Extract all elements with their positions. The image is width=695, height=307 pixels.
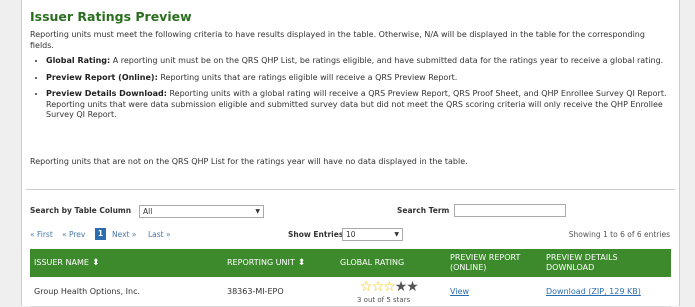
show-entries-label: Show Entries: [288, 230, 344, 239]
col-issuer-name[interactable]: ISSUER NAME ⬍: [30, 249, 223, 277]
pager-prev-link[interactable]: « Prev: [62, 230, 85, 239]
star-rating: ☆☆☆★★: [360, 279, 419, 295]
ratings-panel: Issuer Ratings Preview Reporting units m…: [21, 0, 680, 307]
cell-preview-report: View: [446, 277, 542, 306]
star-filled-icon: ☆: [360, 279, 373, 295]
criteria-term: Preview Report (Online):: [46, 72, 158, 82]
col-label: ISSUER NAME: [34, 258, 89, 267]
criteria-text: A reporting unit must be on the QRS QHP …: [112, 56, 664, 65]
rating-caption: 3 out of 5 stars: [357, 296, 411, 304]
search-column-value: All: [143, 207, 153, 216]
search-column-select[interactable]: All ▼: [139, 205, 264, 218]
cell-reporting-unit: 38363-MI-EPO: [227, 287, 284, 296]
chevron-down-icon: ▼: [394, 231, 399, 238]
star-filled-icon: ☆: [383, 279, 396, 295]
cell-preview-details: Download (ZIP, 129 KB): [542, 277, 671, 306]
col-label: GLOBAL RATING: [340, 258, 405, 267]
entries-info: Showing 1 to 6 of 6 entries: [568, 230, 670, 239]
col-preview-report: PREVIEW REPORT (ONLINE): [446, 249, 542, 277]
col-reporting-unit[interactable]: REPORTING UNIT ⬍: [223, 249, 336, 277]
cell-global-rating: ☆☆☆★★ 3 out of 5 stars: [336, 277, 446, 306]
qhp-list-note: Reporting units that are not on the QRS …: [30, 157, 468, 166]
criteria-text: Reporting units that are ratings eligibl…: [160, 72, 458, 82]
pager-first-link[interactable]: « First: [30, 230, 53, 239]
search-term-label: Search Term: [397, 206, 450, 215]
col-label: REPORTING UNIT: [227, 258, 295, 267]
show-entries-select[interactable]: 10 ▼: [342, 228, 403, 241]
sort-icon: ⬍: [91, 258, 100, 268]
col-global-rating: GLOBAL RATING: [336, 249, 446, 277]
criteria-list: Global Rating: A reporting unit must be …: [30, 56, 678, 127]
search-column-label: Search by Table Column: [30, 206, 132, 215]
pager-next-link[interactable]: Next »: [112, 230, 136, 239]
divider: [26, 189, 675, 190]
pager-last-link[interactable]: Last »: [148, 230, 171, 239]
show-entries-value: 10: [346, 230, 356, 239]
col-label: DOWNLOAD: [546, 263, 595, 272]
table-row: Group Health Options, Inc. 38363-MI-EPO …: [30, 277, 671, 307]
criteria-item-preview-report: Preview Report (Online): Reporting units…: [46, 73, 678, 84]
chevron-down-icon: ▼: [255, 208, 260, 215]
intro-text: Reporting units must meet the following …: [30, 30, 645, 50]
pager-current-page[interactable]: 1: [95, 228, 106, 240]
download-details-link[interactable]: Download (ZIP, 129 KB): [546, 287, 641, 296]
criteria-term: Global Rating:: [46, 56, 111, 65]
view-report-link[interactable]: View: [450, 287, 469, 296]
star-empty-icon: ★: [406, 279, 419, 295]
pagination-row: « First « Prev 1 Next » Last » Show Entr…: [30, 228, 670, 242]
star-filled-icon: ☆: [371, 279, 385, 295]
star-empty-icon: ★: [394, 279, 408, 295]
criteria-term: Preview Details Download:: [46, 89, 167, 98]
col-label: PREVIEW DETAILS: [546, 253, 618, 262]
search-term-input[interactable]: [454, 204, 566, 217]
col-label: (ONLINE): [450, 263, 487, 272]
col-label: PREVIEW REPORT: [450, 253, 521, 262]
table-header: ISSUER NAME ⬍ REPORTING UNIT ⬍ GLOBAL RA…: [30, 249, 671, 277]
search-row: Search by Table Column All ▼ Search Term: [30, 204, 670, 218]
cell-issuer-name: Group Health Options, Inc.: [34, 287, 141, 296]
sort-icon: ⬍: [297, 258, 306, 268]
page-title: Issuer Ratings Preview: [30, 9, 192, 24]
col-preview-details: PREVIEW DETAILS DOWNLOAD: [542, 249, 671, 277]
criteria-item-global-rating: Global Rating: A reporting unit must be …: [46, 56, 678, 67]
criteria-item-preview-details: Preview Details Download: Reporting unit…: [46, 89, 678, 121]
